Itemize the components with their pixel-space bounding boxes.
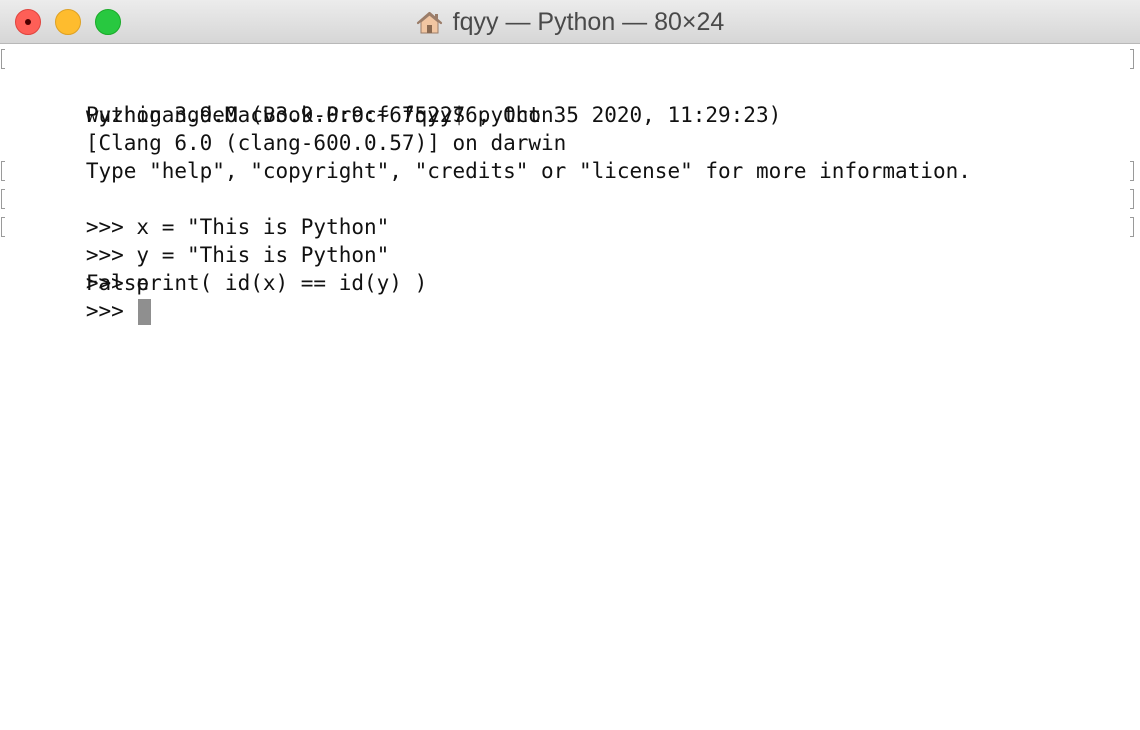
- line-text: >>>: [85, 299, 137, 323]
- line-mark-left: [1, 49, 5, 69]
- line-mark-right: [1130, 189, 1134, 209]
- line-mark-left: [1, 161, 5, 181]
- terminal-content[interactable]: wuzhigangdeMacBook-Pro:~ fqyy$ python3 P…: [0, 45, 1140, 730]
- line-mark-left: [1, 217, 5, 237]
- terminal-line: >>> print( id(x) == id(y) ): [0, 213, 1140, 295]
- line-mark-right: [1130, 49, 1134, 69]
- terminal-line: >>>: [0, 269, 1140, 325]
- window-title-wrap: fqyy — Python — 80×24: [0, 0, 1140, 44]
- line-mark-right: [1130, 217, 1134, 237]
- window-title: fqyy — Python — 80×24: [452, 7, 725, 36]
- terminal-line: False: [0, 241, 1140, 295]
- terminal-line: >>> x = "This is Python": [0, 157, 1140, 239]
- terminal-line: Python 3.9.0 (v3.9.0:9cf6752276, Oct 5 2…: [0, 73, 1140, 127]
- title-bar[interactable]: fqyy — Python — 80×24: [0, 0, 1140, 44]
- terminal-line: Type "help", "copyright", "credits" or "…: [0, 129, 1140, 183]
- terminal-line: wuzhigangdeMacBook-Pro:~ fqyy$ python3: [0, 45, 1140, 127]
- terminal-window: fqyy — Python — 80×24 wuzhigangdeMacBook…: [0, 0, 1140, 730]
- home-icon: [416, 11, 442, 33]
- line-mark-left: [1, 189, 5, 209]
- line-mark-right: [1130, 161, 1134, 181]
- terminal-line: [Clang 6.0 (clang-600.0.57)] on darwin: [0, 101, 1140, 155]
- terminal-line: >>> y = "This is Python": [0, 185, 1140, 267]
- text-cursor: [138, 299, 152, 325]
